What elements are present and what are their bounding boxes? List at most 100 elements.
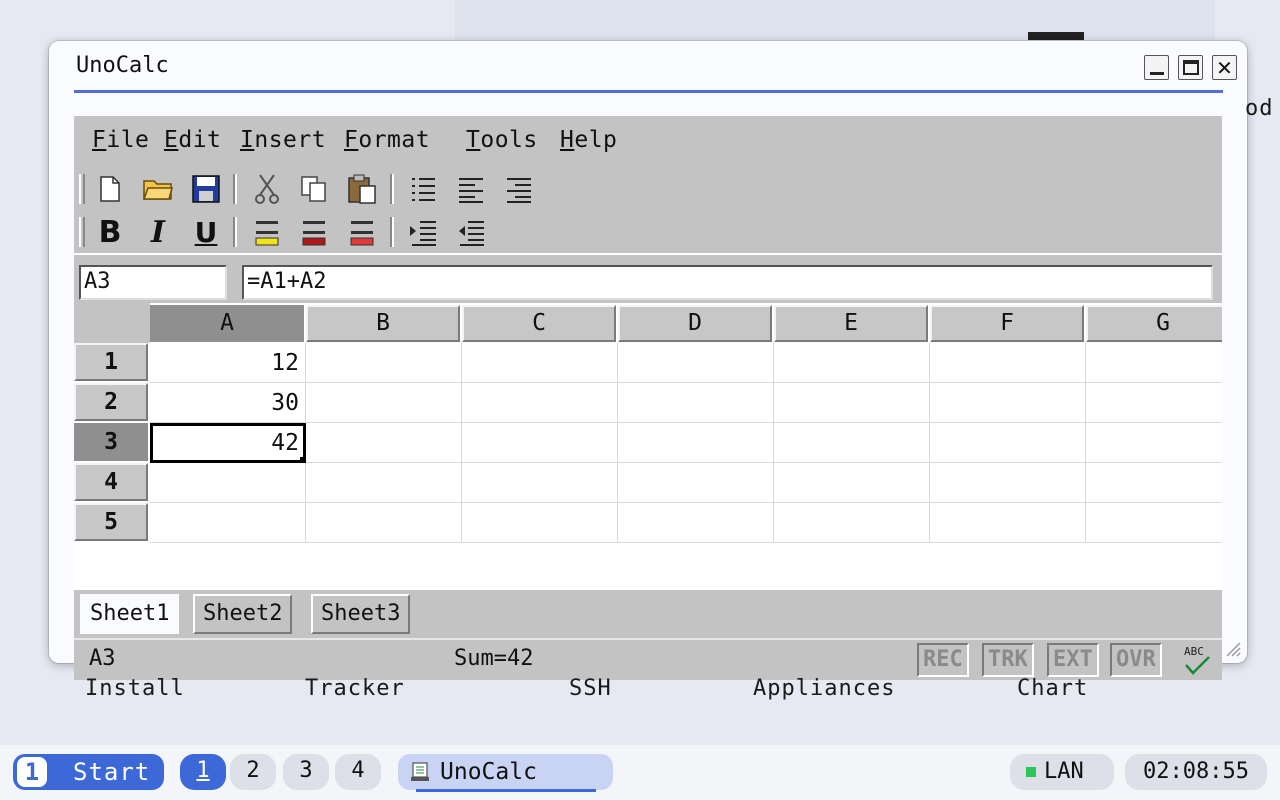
spellcheck-icon[interactable]: ABC (1180, 643, 1216, 683)
cell-c3[interactable] (462, 423, 618, 463)
cell-b5[interactable] (306, 503, 462, 543)
font-color-red-icon[interactable] (344, 215, 380, 249)
cell-d4[interactable] (618, 463, 774, 503)
cell-d2[interactable] (618, 383, 774, 423)
workspace-2[interactable]: 2 (230, 754, 276, 790)
column-header-b[interactable]: B (306, 305, 460, 342)
close-button[interactable]: ✕ (1212, 55, 1237, 80)
task-unocalc[interactable]: UnoCalc (398, 754, 613, 792)
menu-insert[interactable]: Insert (240, 127, 326, 153)
cut-icon[interactable] (249, 172, 285, 206)
tab-sheet1[interactable]: Sheet1 (80, 594, 180, 634)
cell-c1[interactable] (462, 343, 618, 383)
cell-e3[interactable] (774, 423, 930, 463)
toolbar-grip[interactable] (79, 174, 85, 204)
cell-g4[interactable] (1086, 463, 1222, 503)
highlight-red-icon[interactable] (296, 215, 332, 249)
column-header-g[interactable]: G (1086, 305, 1222, 342)
desktop-icon-install[interactable]: Install (85, 676, 185, 701)
menu-help[interactable]: Help (560, 127, 617, 153)
cell-c5[interactable] (462, 503, 618, 543)
clock[interactable]: 02:08:55 (1125, 754, 1267, 790)
cell-c2[interactable] (462, 383, 618, 423)
align-right-icon[interactable] (501, 172, 537, 206)
cell-f2[interactable] (930, 383, 1086, 423)
cell-e5[interactable] (774, 503, 930, 543)
name-box[interactable]: A3 (79, 265, 227, 300)
tab-sheet3[interactable]: Sheet3 (311, 594, 411, 634)
desktop-icon-ssh[interactable]: SSH (569, 676, 612, 701)
minimize-button[interactable] (1144, 55, 1169, 80)
resize-grip-icon[interactable] (1225, 641, 1241, 657)
cell-a1[interactable]: 12 (150, 343, 306, 383)
cell-a3[interactable]: 42 (150, 423, 306, 463)
cell-a4[interactable] (150, 463, 306, 503)
cell-b4[interactable] (306, 463, 462, 503)
cell-g2[interactable] (1086, 383, 1222, 423)
row-header-2[interactable]: 2 (74, 383, 148, 421)
indent-increase-icon[interactable] (405, 215, 441, 249)
column-header-a[interactable]: A (150, 305, 304, 342)
maximize-button[interactable] (1178, 55, 1203, 80)
select-all-corner[interactable] (74, 303, 150, 343)
network-status[interactable]: LAN (1010, 754, 1114, 790)
cell-e1[interactable] (774, 343, 930, 383)
copy-icon[interactable] (296, 172, 332, 206)
desktop-icon-tracker[interactable]: Tracker (305, 676, 405, 701)
row-header-3[interactable]: 3 (74, 423, 148, 461)
tab-sheet2[interactable]: Sheet2 (193, 594, 293, 634)
menu-edit[interactable]: Edit (164, 127, 221, 153)
cell-a5[interactable] (150, 503, 306, 543)
desktop-icon-partial[interactable]: od (1245, 96, 1274, 121)
cell-b2[interactable] (306, 383, 462, 423)
workspace-4[interactable]: 4 (335, 754, 381, 790)
formula-input[interactable]: =A1+A2 (242, 265, 1213, 300)
cell-f4[interactable] (930, 463, 1086, 503)
column-header-c[interactable]: C (462, 305, 616, 342)
save-icon[interactable] (188, 172, 224, 206)
open-folder-icon[interactable] (140, 172, 176, 206)
cell-a2[interactable]: 30 (150, 383, 306, 423)
cell-g3[interactable] (1086, 423, 1222, 463)
bulleted-list-icon[interactable] (405, 172, 441, 206)
cell-e4[interactable] (774, 463, 930, 503)
bold-icon[interactable]: B (92, 215, 128, 250)
underline-icon[interactable]: U (188, 215, 224, 249)
cell-d3[interactable] (618, 423, 774, 463)
row-header-5[interactable]: 5 (74, 503, 148, 541)
desktop-icon-chart[interactable]: Chart (1017, 676, 1088, 701)
indent-decrease-icon[interactable] (453, 215, 489, 249)
italic-icon[interactable]: I (140, 215, 176, 250)
cell-d1[interactable] (618, 343, 774, 383)
column-header-f[interactable]: F (930, 305, 1084, 342)
cell-b3[interactable] (306, 423, 462, 463)
start-button[interactable]: 1 Start (13, 754, 164, 790)
cell-c4[interactable] (462, 463, 618, 503)
desktop-icon-appliances[interactable]: Appliances (753, 676, 895, 701)
taskbar: 1 Start 1 2 3 4 UnoCalc LAN 02:08:55 (0, 745, 1280, 800)
window-titlebar[interactable]: UnoCalc ✕ (74, 41, 1237, 93)
new-document-icon[interactable] (92, 172, 128, 206)
cell-g1[interactable] (1086, 343, 1222, 383)
row-header-1[interactable]: 1 (74, 343, 148, 381)
column-header-e[interactable]: E (774, 305, 928, 342)
cell-d5[interactable] (618, 503, 774, 543)
menu-tools[interactable]: Tools (466, 127, 538, 153)
cell-g5[interactable] (1086, 503, 1222, 543)
menu-file[interactable]: File (92, 127, 149, 153)
cell-f1[interactable] (930, 343, 1086, 383)
workspace-3[interactable]: 3 (283, 754, 329, 790)
column-header-d[interactable]: D (618, 305, 772, 342)
row-header-4[interactable]: 4 (74, 463, 148, 501)
task-active-indicator (416, 789, 596, 792)
workspace-1[interactable]: 1 (180, 754, 226, 790)
cell-f3[interactable] (930, 423, 1086, 463)
cell-b1[interactable] (306, 343, 462, 383)
paste-icon[interactable] (344, 172, 380, 206)
align-left-icon[interactable] (453, 172, 489, 206)
cell-e2[interactable] (774, 383, 930, 423)
menu-format[interactable]: Format (344, 127, 430, 153)
toolbar-grip[interactable] (79, 217, 85, 247)
cell-f5[interactable] (930, 503, 1086, 543)
highlight-yellow-icon[interactable] (249, 215, 285, 249)
